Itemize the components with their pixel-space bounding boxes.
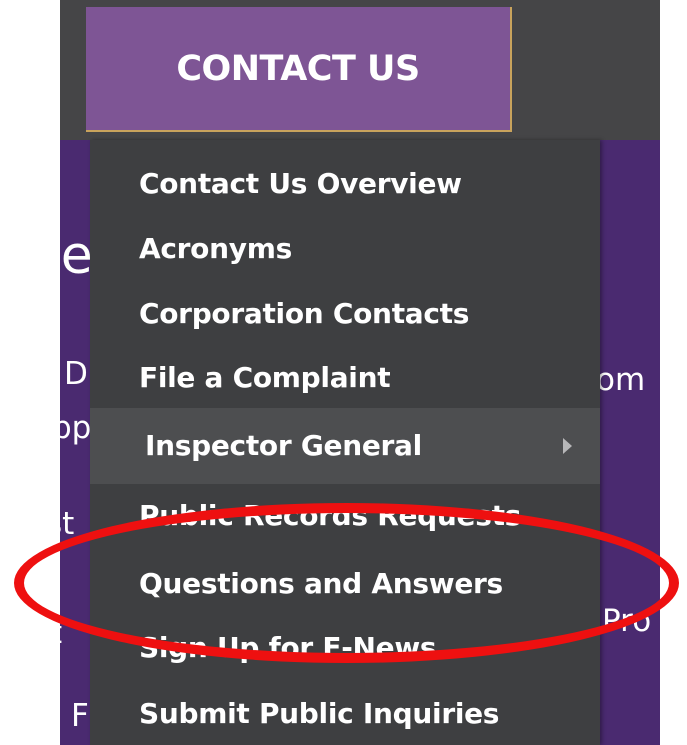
menu-item-submit-public-inquiries[interactable]: Submit Public Inquiries <box>90 683 600 745</box>
menu-item-inspector-general[interactable]: Inspector General <box>90 408 600 484</box>
menu-item-label: Inspector General <box>145 429 422 462</box>
contact-us-dropdown-menu: Contact Us Overview Acronyms Corporation… <box>90 140 600 745</box>
page-text-fragment: pp <box>52 410 92 446</box>
menu-item-public-records-requests[interactable]: Public Records Requests <box>90 485 600 547</box>
menu-item-acronyms[interactable]: Acronyms <box>90 218 600 280</box>
screenshot-stage: CONTACT US ve D pp st t I F om Pro Conta… <box>0 0 687 745</box>
page-text-fragment: Pro <box>602 603 652 639</box>
page-heading-fragment: ve <box>30 226 93 286</box>
menu-item-contact-us-overview[interactable]: Contact Us Overview <box>90 153 600 215</box>
page-text-fragment: st <box>46 506 75 542</box>
menu-item-questions-and-answers[interactable]: Questions and Answers <box>90 553 600 615</box>
nav-tab-contact-us[interactable]: CONTACT US <box>86 7 512 132</box>
menu-item-corporation-contacts[interactable]: Corporation Contacts <box>90 283 600 345</box>
menu-item-sign-up-for-e-news[interactable]: Sign Up for E-News <box>90 617 600 679</box>
chevron-right-icon <box>563 438 572 454</box>
menu-item-file-a-complaint[interactable]: File a Complaint <box>90 347 600 409</box>
page-text-fragment: D <box>64 356 88 392</box>
page-text-fragment: I F <box>52 698 89 734</box>
page-text-fragment: t <box>50 615 63 651</box>
page-text-fragment: om <box>596 362 646 398</box>
